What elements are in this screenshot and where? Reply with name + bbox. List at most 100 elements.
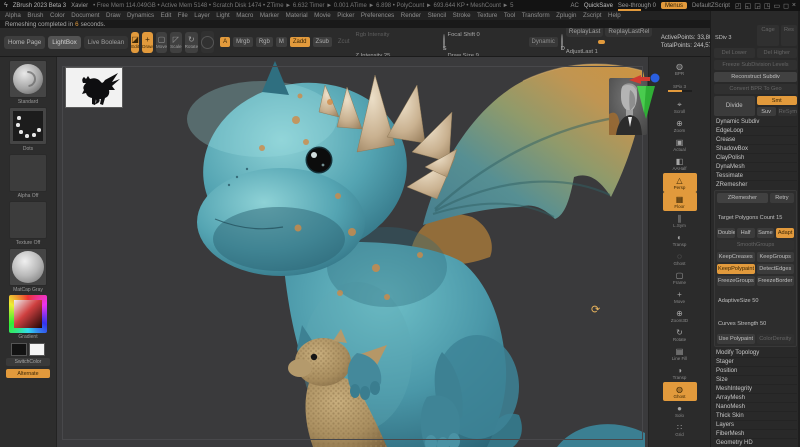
tablet-icon[interactable]: ◱: [745, 2, 752, 10]
saturation-square[interactable]: [14, 300, 42, 328]
section-zremesher[interactable]: ZRemesher: [714, 181, 797, 190]
axis-gizmo[interactable]: [629, 71, 663, 121]
secondary-color-swatch[interactable]: [29, 343, 45, 356]
smt-toggle[interactable]: Smt: [757, 96, 798, 105]
smoothgroups-toggle[interactable]: SmoothGroups: [717, 240, 794, 250]
menu-zplugin[interactable]: Zplugin: [556, 12, 576, 19]
menu-document[interactable]: Document: [71, 12, 99, 19]
menu-marker[interactable]: Marker: [260, 12, 279, 19]
quicksave-button[interactable]: QuickSave: [584, 3, 613, 9]
home-page-button[interactable]: Home Page: [4, 36, 45, 49]
stroke-indicator-icon[interactable]: S: [443, 34, 445, 50]
shelf-persp-button[interactable]: △ Persp: [663, 173, 697, 192]
zadd-toggle[interactable]: Zadd: [290, 37, 310, 47]
shelf-lsym-button[interactable]: ∥ L.Sym: [663, 211, 697, 230]
use-polypaint-toggle[interactable]: Use Polypaint: [717, 334, 755, 344]
section-stager[interactable]: Stager: [714, 358, 797, 367]
focal-shift-slider[interactable]: Focal Shift 0: [448, 28, 526, 41]
m-toggle[interactable]: M: [276, 37, 287, 47]
live-boolean-button[interactable]: Live Boolean: [84, 36, 128, 49]
section-arraymesh[interactable]: ArrayMesh: [714, 394, 797, 403]
shelf-frame-button[interactable]: ▢ Frame: [663, 268, 697, 287]
refresh-icon[interactable]: ⟳: [591, 303, 600, 316]
section-position[interactable]: Position: [714, 367, 797, 376]
shelf-ghost2-button[interactable]: ◍ Ghost: [663, 382, 697, 401]
default-zscript-button[interactable]: DefaultZScript: [692, 3, 730, 9]
menu-layer[interactable]: Layer: [194, 12, 209, 19]
rgb-intensity-slider[interactable]: Rgb Intensity: [356, 28, 440, 41]
detectedges-toggle[interactable]: DetectEdges: [757, 264, 795, 274]
move-mode-button[interactable]: ▢ Move: [156, 32, 167, 53]
menu-tool[interactable]: Tool: [504, 12, 515, 19]
menu-render[interactable]: Render: [401, 12, 421, 19]
shelf-spix-slider[interactable]: SPix 3: [663, 78, 697, 97]
dynamic-draw-size-toggle[interactable]: Dynamic: [529, 37, 558, 47]
maximize-icon[interactable]: ◻: [783, 2, 789, 10]
shelf-zoom3d-button[interactable]: ⊕ Zoom3D: [663, 306, 697, 325]
brush-alpha-preview[interactable]: [201, 31, 214, 53]
config-icon[interactable]: ◳: [764, 2, 771, 10]
scale-mode-button[interactable]: ◸ Scale: [170, 32, 182, 53]
zsub-toggle[interactable]: Zsub: [313, 37, 332, 47]
section-modify-topology[interactable]: Modify Topology: [714, 349, 797, 358]
reconstruct-subdiv-button[interactable]: Reconstruct Subdiv: [714, 72, 797, 82]
close-icon[interactable]: ×: [792, 2, 796, 10]
main-color-swatch[interactable]: [11, 343, 27, 356]
menu-picker[interactable]: Picker: [337, 12, 354, 19]
hand-icon[interactable]: ◲: [754, 2, 761, 10]
z-intensity-slider[interactable]: Z Intensity 25: [356, 44, 440, 58]
section-size[interactable]: Size: [714, 376, 797, 385]
shelf-linefill-button[interactable]: ▤ Line Fill: [663, 344, 697, 363]
shelf-aahalf-button[interactable]: ◧ AAHalf: [663, 154, 697, 173]
sculpt-viewport[interactable]: [57, 57, 648, 447]
menu-material[interactable]: Material: [286, 12, 308, 19]
shelf-move-button[interactable]: + Move: [663, 287, 697, 306]
adaptive-size-slider[interactable]: AdaptiveSize 50: [717, 288, 794, 309]
curves-strength-slider[interactable]: Curves Strength 50: [717, 311, 794, 332]
retry-button[interactable]: Retry: [770, 193, 794, 203]
section-meshintegrity[interactable]: MeshIntegrity: [714, 385, 797, 394]
section-crease[interactable]: Crease: [714, 136, 797, 145]
replay-last-button[interactable]: ReplayLast: [566, 28, 604, 37]
draw-size-slider[interactable]: Draw Size 9: [448, 44, 526, 58]
zcut-toggle[interactable]: Zcut: [335, 37, 353, 47]
menus-button[interactable]: Menus: [661, 2, 687, 9]
menu-file[interactable]: File: [178, 12, 188, 19]
shelf-actual-button[interactable]: ▣ Actual: [663, 135, 697, 154]
document-canvas[interactable]: ⟳: [57, 57, 648, 447]
keepgroups-toggle[interactable]: KeepGroups: [757, 252, 795, 262]
cursor-icon[interactable]: ◰: [735, 2, 742, 10]
menu-edit[interactable]: Edit: [161, 12, 172, 19]
menu-macro[interactable]: Macro: [236, 12, 253, 19]
section-dynamic-subdiv[interactable]: Dynamic Subdiv: [714, 118, 797, 127]
zremesher-button[interactable]: ZRemesher: [717, 193, 768, 203]
freeze-subdivision-button[interactable]: Freeze SubDivision Levels: [714, 60, 797, 70]
alternate-button[interactable]: Alternate: [6, 369, 50, 378]
res-button[interactable]: Res: [781, 25, 797, 46]
current-alpha-thumb[interactable]: [9, 154, 47, 192]
mrgb-toggle[interactable]: Mrgb: [233, 37, 253, 47]
section-geometryhd[interactable]: Geometry HD: [714, 439, 797, 447]
shelf-transp2-button[interactable]: ◑ Transp: [663, 363, 697, 382]
menu-alpha[interactable]: Alpha: [5, 12, 21, 19]
convert-bpr-button[interactable]: Convert BPR To Geo: [714, 84, 797, 94]
rgb-toggle[interactable]: Rgb: [256, 37, 273, 47]
edit-mode-button[interactable]: ◪ Edit: [131, 32, 139, 53]
shelf-rotate-button[interactable]: ↻ Rotate: [663, 325, 697, 344]
menu-brush[interactable]: Brush: [27, 12, 43, 19]
shelf-transp-button[interactable]: ◐ Transp: [663, 230, 697, 249]
double-button[interactable]: Double: [717, 228, 735, 238]
adjust-last-slider[interactable]: AdjustLast 1: [566, 40, 658, 57]
section-tessimate[interactable]: Tessimate: [714, 172, 797, 181]
section-dynamesh[interactable]: DynaMesh: [714, 163, 797, 172]
section-shadowbox[interactable]: ShadowBox: [714, 145, 797, 154]
ac-toggle[interactable]: AC: [571, 3, 579, 9]
menu-zscript[interactable]: Zscript: [583, 12, 602, 19]
shelf-bpr-button[interactable]: ◍ BPR: [663, 59, 697, 78]
menu-color[interactable]: Color: [50, 12, 65, 19]
sdiv-slider[interactable]: SDiv 3: [714, 25, 755, 46]
section-fibermesh[interactable]: FiberMesh: [714, 430, 797, 439]
divide-button[interactable]: Divide: [714, 96, 755, 116]
shelf-grid-button[interactable]: ∷ Grid: [663, 420, 697, 439]
shelf-ghost-button[interactable]: ◌ Ghost: [663, 249, 697, 268]
